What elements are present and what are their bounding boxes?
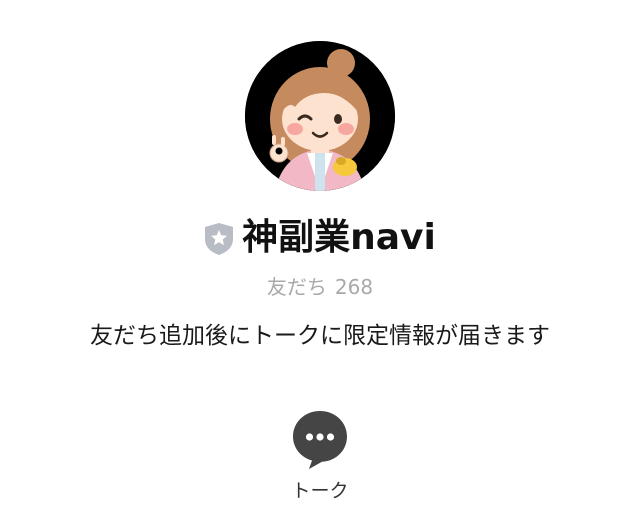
chat-bubble-icon xyxy=(293,411,347,469)
friends-label: 友だち xyxy=(266,275,327,299)
account-name: 神副業navi xyxy=(242,217,436,258)
verified-shield-star-icon xyxy=(205,223,234,255)
mascot-avatar-image xyxy=(245,41,395,191)
status-message: 友だち追加後にトークに限定情報が届きます xyxy=(90,323,550,349)
talk-button[interactable]: トーク xyxy=(270,408,370,518)
talk-button-label: トーク xyxy=(291,480,349,502)
friends-count: 268 xyxy=(334,275,374,299)
account-name-row: 神副業navi xyxy=(0,213,640,263)
profile-avatar[interactable] xyxy=(245,41,395,191)
friends-count-row[interactable]: 友だち 268 xyxy=(0,272,640,302)
